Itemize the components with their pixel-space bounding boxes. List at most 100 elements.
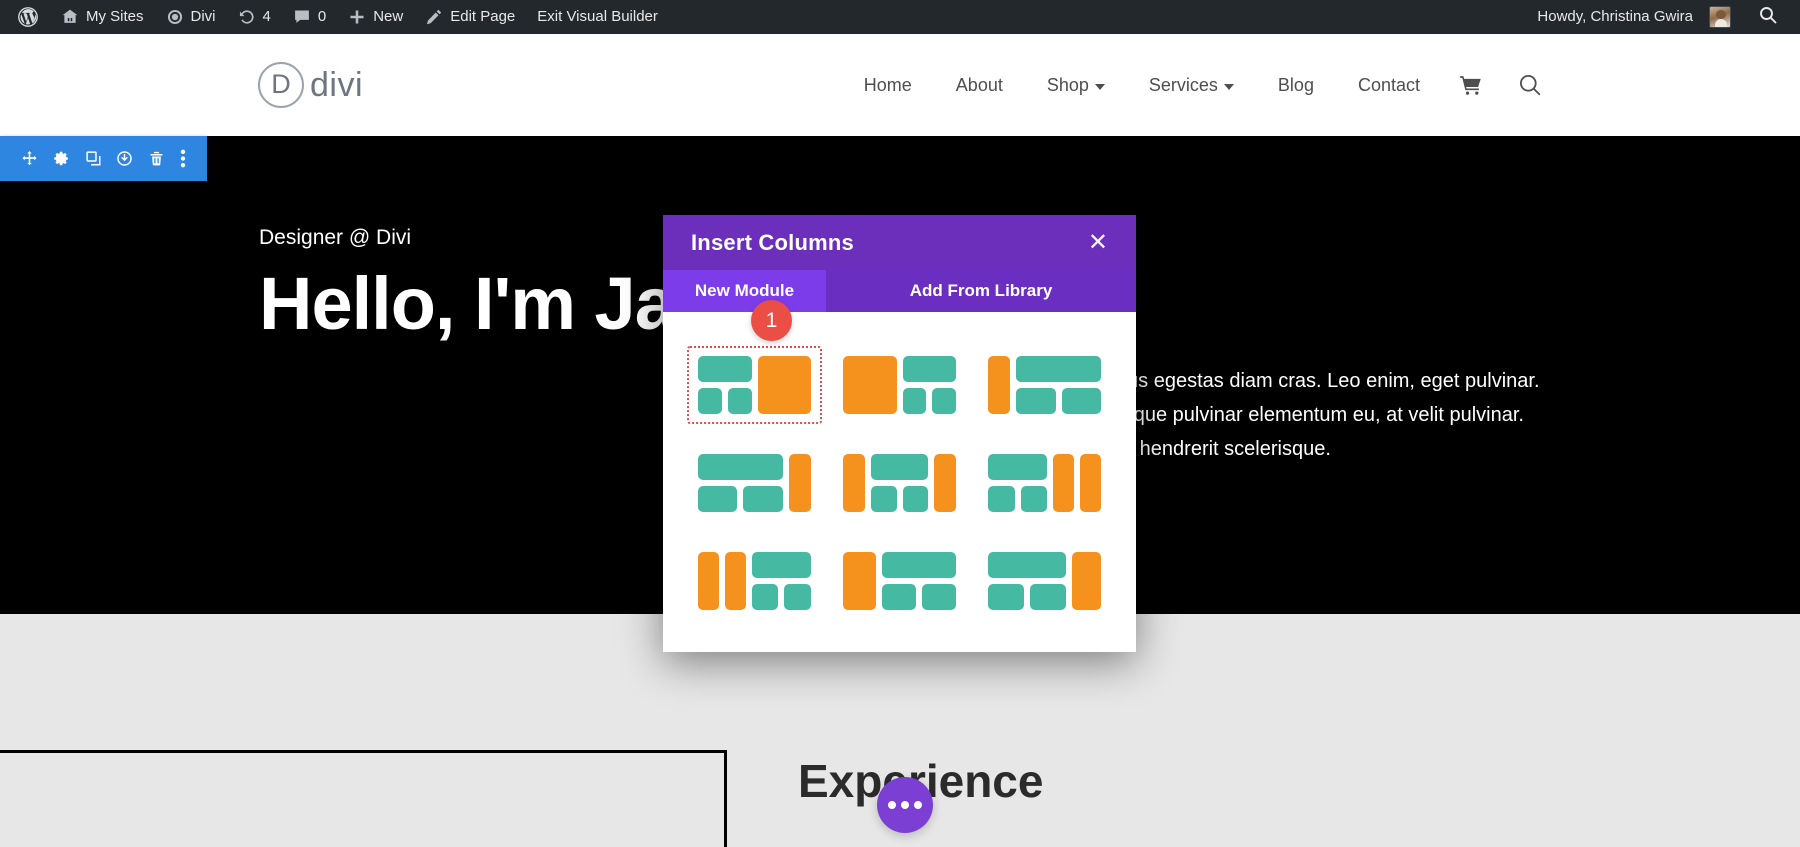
layout-row — [903, 388, 957, 414]
layout-block-teal — [698, 486, 737, 512]
tab-add-from-library[interactable]: Add From Library — [826, 270, 1136, 312]
layout-option-layout-4[interactable] — [687, 444, 822, 522]
admin-bar-wordpress-logo[interactable] — [6, 0, 50, 34]
nav-item-blog[interactable]: Blog — [1256, 75, 1336, 96]
layout-block-teal — [882, 584, 916, 610]
layout-block-orange — [698, 552, 719, 610]
layout-row — [903, 356, 957, 382]
search-icon[interactable] — [1742, 5, 1790, 29]
nav-label: About — [956, 75, 1003, 96]
admin-bar-edit-page[interactable]: Edit Page — [414, 0, 526, 34]
trash-icon[interactable] — [148, 150, 165, 167]
layout-column — [1072, 552, 1101, 610]
section-toolbar[interactable] — [0, 136, 207, 181]
layout-row — [871, 454, 929, 480]
layout-block-orange — [843, 454, 865, 512]
layout-option-layout-2[interactable] — [832, 346, 967, 424]
layout-column — [843, 552, 876, 610]
comments-icon — [293, 8, 311, 26]
layout-block-teal — [1016, 356, 1101, 382]
shopping-cart-icon[interactable] — [1442, 75, 1500, 95]
layout-option-layout-6[interactable] — [977, 444, 1112, 522]
modal-tabs: New Module Add From Library — [663, 270, 1136, 312]
nav-item-home[interactable]: Home — [842, 75, 934, 96]
layout-row — [725, 552, 746, 610]
nav-item-contact[interactable]: Contact — [1336, 75, 1442, 96]
admin-bar-my-sites[interactable]: My Sites — [50, 0, 155, 34]
layout-option-layout-3[interactable] — [977, 346, 1112, 424]
pencil-icon — [425, 8, 443, 26]
module-hover-outline — [0, 750, 727, 847]
layout-column — [988, 356, 1010, 414]
layout-column — [1053, 454, 1074, 512]
site-logo[interactable]: D divi — [258, 62, 363, 108]
layout-block-orange — [758, 356, 812, 414]
layout-block-orange — [1053, 454, 1074, 512]
admin-bar-label: 0 — [318, 0, 326, 34]
layout-block-teal — [988, 584, 1024, 610]
column-layout-grid — [687, 346, 1112, 620]
layout-preview — [988, 552, 1101, 610]
layout-preview — [698, 552, 811, 610]
layout-column — [698, 454, 783, 512]
layout-row — [843, 552, 876, 610]
layout-column — [1016, 356, 1101, 414]
layout-block-teal — [1062, 388, 1101, 414]
updates-icon — [238, 8, 256, 26]
admin-bar-new[interactable]: New — [337, 0, 414, 34]
site-logo-text: divi — [310, 66, 363, 105]
search-icon[interactable] — [1500, 73, 1560, 97]
layout-block-orange — [843, 552, 876, 610]
admin-bar-label: 4 — [263, 0, 271, 34]
ellipsis-vertical-icon[interactable] — [180, 149, 186, 168]
layout-column — [843, 454, 865, 512]
layout-row — [1072, 552, 1101, 610]
layout-row — [843, 356, 897, 414]
admin-bar-updates[interactable]: 4 — [227, 0, 282, 34]
layout-row — [882, 584, 956, 610]
layout-row — [752, 552, 811, 578]
nav-label: Blog — [1278, 75, 1314, 96]
nav-item-about[interactable]: About — [934, 75, 1025, 96]
move-icon[interactable] — [21, 150, 38, 167]
layout-row — [1016, 356, 1101, 382]
layout-option-layout-1[interactable] — [687, 346, 822, 424]
layout-block-orange — [988, 356, 1010, 414]
layout-column — [871, 454, 929, 512]
tab-new-module[interactable]: New Module — [663, 270, 826, 312]
hero-eyebrow: Designer @ Divi — [259, 226, 411, 250]
layout-row — [988, 356, 1010, 414]
layout-preview — [843, 356, 956, 414]
nav-item-shop[interactable]: Shop — [1025, 75, 1127, 96]
nav-item-services[interactable]: Services — [1127, 75, 1256, 96]
ellipsis-horizontal-icon[interactable] — [877, 777, 933, 833]
tab-label: Add From Library — [910, 281, 1053, 301]
layout-row — [988, 454, 1047, 480]
layout-option-layout-9[interactable] — [977, 542, 1112, 620]
admin-bar-exit-visual-builder[interactable]: Exit Visual Builder — [526, 0, 669, 34]
layout-column — [934, 454, 956, 512]
layout-option-layout-5[interactable] — [832, 444, 967, 522]
layout-column — [698, 356, 752, 414]
admin-bar-divi[interactable]: Divi — [155, 0, 227, 34]
layout-option-layout-7[interactable] — [687, 542, 822, 620]
save-to-library-icon[interactable] — [116, 150, 133, 167]
layout-block-teal — [698, 388, 722, 414]
layout-block-teal — [903, 356, 957, 382]
admin-bar-comments[interactable]: 0 — [282, 0, 337, 34]
layout-block-teal — [903, 486, 929, 512]
duplicate-icon[interactable] — [85, 150, 102, 167]
layout-row — [871, 486, 929, 512]
layout-block-teal — [988, 552, 1066, 578]
layout-option-layout-8[interactable] — [832, 542, 967, 620]
chevron-down-icon — [1224, 84, 1234, 90]
divi-icon — [166, 8, 184, 26]
layout-column — [988, 454, 1047, 512]
gear-icon[interactable] — [53, 150, 70, 167]
plus-icon — [348, 8, 366, 26]
layout-block-teal — [752, 584, 779, 610]
admin-bar-howdy[interactable]: Howdy, Christina Gwira — [1526, 0, 1742, 34]
admin-bar-label: Divi — [191, 0, 216, 34]
close-icon[interactable]: ✕ — [1088, 231, 1108, 255]
layout-column — [903, 356, 957, 414]
